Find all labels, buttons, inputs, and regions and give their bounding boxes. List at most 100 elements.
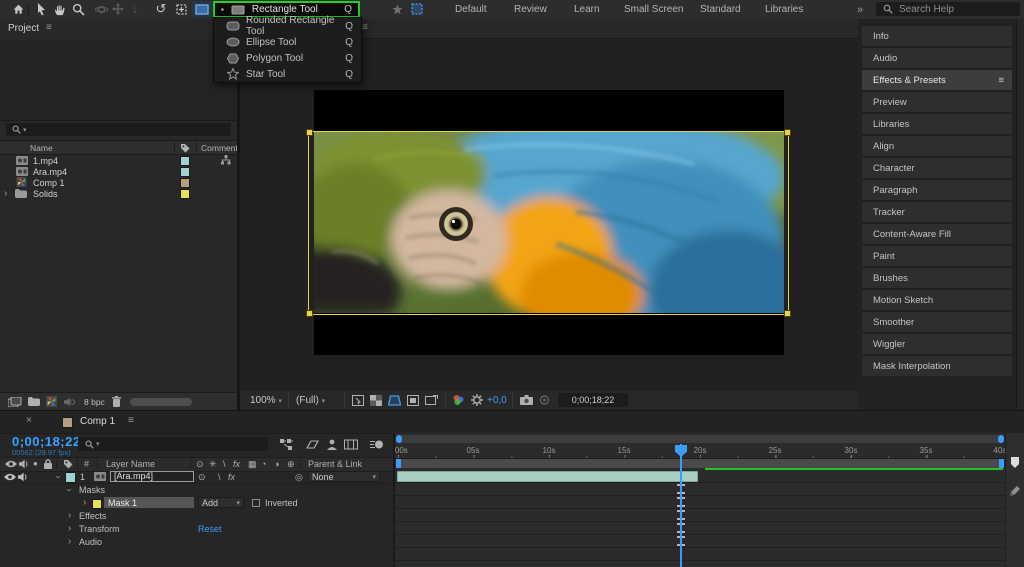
- mini-flowchart-icon[interactable]: [280, 439, 294, 450]
- switch-quality-icon[interactable]: \: [223, 459, 226, 469]
- effects-group-row[interactable]: › Effects: [0, 509, 393, 522]
- video-eye-icon[interactable]: [4, 473, 16, 481]
- preview-time-display[interactable]: 0;00;18;22: [558, 393, 628, 407]
- workspace-tab-standard[interactable]: Standard: [700, 0, 741, 19]
- motion-blur-icon[interactable]: [370, 439, 384, 450]
- project-item-aramp4[interactable]: Ara.mp4: [0, 166, 237, 177]
- layer-duration-bar[interactable]: [397, 471, 698, 482]
- timeline-navigator[interactable]: [396, 435, 1004, 443]
- panel-tab-tracker[interactable]: Tracker: [862, 202, 1012, 222]
- right-scroll-strip[interactable]: [1016, 19, 1024, 410]
- show-snapshot-icon[interactable]: [539, 395, 550, 405]
- transform-group-row[interactable]: › Transform Reset: [0, 522, 393, 535]
- project-item-1mp4[interactable]: 1.mp4: [0, 155, 237, 166]
- hand-tool-icon[interactable]: [50, 1, 68, 17]
- comp-label-swatch[interactable]: [62, 417, 73, 428]
- shy-layers-icon[interactable]: [326, 439, 338, 450]
- mask-vertex-handle[interactable]: [306, 129, 313, 136]
- expand-chevron-icon[interactable]: ›: [4, 189, 7, 199]
- label-color-swatch[interactable]: [180, 167, 190, 177]
- resolution-dropdown[interactable]: (Full) ▾: [296, 395, 325, 406]
- trash-icon[interactable]: [112, 396, 121, 407]
- label-column-tag-icon[interactable]: [63, 459, 73, 469]
- column-name[interactable]: Name: [30, 143, 53, 153]
- menu-item-rounded-rectangle-tool[interactable]: Rounded Rectangle Tool Q: [214, 18, 361, 34]
- expand-chevron-icon[interactable]: ›: [68, 524, 71, 534]
- label-color-swatch[interactable]: [180, 156, 190, 166]
- layer-switch-quality[interactable]: \: [218, 472, 221, 482]
- column-layer-name[interactable]: Layer Name: [106, 459, 155, 469]
- panel-tab-motion-sketch[interactable]: Motion Sketch: [862, 290, 1012, 310]
- pan-behind-tool-icon[interactable]: [172, 1, 190, 17]
- label-column-tag-icon[interactable]: [180, 143, 190, 153]
- label-color-swatch[interactable]: [180, 189, 190, 199]
- panel-tab-paint[interactable]: Paint: [862, 246, 1012, 266]
- menu-item-polygon-tool[interactable]: Polygon Tool Q: [214, 50, 361, 66]
- layer-label-swatch[interactable]: [65, 472, 76, 483]
- switch-motion-blur-icon[interactable]: ◔: [261, 459, 266, 469]
- audio-speaker-icon[interactable]: [18, 472, 28, 482]
- switch-adjustment-icon[interactable]: ◑: [274, 459, 279, 469]
- current-time-display[interactable]: 0;00;18;22: [12, 434, 81, 449]
- time-ruler[interactable]: 0:00s 05s 10s 15s 20s 25s 30s 35s 40s: [395, 444, 1005, 459]
- panel-tab-smoother[interactable]: Smoother: [862, 312, 1012, 332]
- panel-tab-audio[interactable]: Audio: [862, 48, 1012, 68]
- project-item-solids[interactable]: › Solids: [0, 188, 237, 199]
- panel-tab-info[interactable]: Info: [862, 26, 1012, 46]
- menu-item-star-tool[interactable]: Star Tool Q: [214, 66, 361, 82]
- timeline-search-input[interactable]: ▾: [78, 437, 268, 451]
- close-tab-icon[interactable]: ×: [26, 415, 32, 426]
- interpret-footage-icon[interactable]: [8, 397, 22, 407]
- solo-icon[interactable]: ●: [33, 459, 38, 468]
- snapshot-camera-icon[interactable]: [520, 395, 533, 405]
- mask-vertex-handle[interactable]: [306, 310, 313, 317]
- mask-visibility-toggle-icon[interactable]: [408, 1, 426, 17]
- mask-mode-dropdown[interactable]: Add▾: [198, 497, 244, 508]
- column-parent-link[interactable]: Parent & Link: [308, 459, 362, 469]
- navigator-end-handle[interactable]: [998, 435, 1004, 443]
- parent-link-dropdown[interactable]: None▾: [308, 471, 380, 482]
- rectangle-tool-button[interactable]: [192, 1, 212, 17]
- group-label[interactable]: Transform: [79, 524, 120, 534]
- bit-depth-label[interactable]: 8 bpc: [84, 397, 105, 407]
- new-composition-icon[interactable]: [46, 396, 57, 407]
- playhead-line[interactable]: [680, 444, 682, 567]
- show-channel-icon[interactable]: [452, 394, 465, 406]
- panel-tab-effects-presets[interactable]: Effects & Presets≡: [862, 70, 1012, 90]
- project-panel-tab[interactable]: Project: [8, 23, 39, 34]
- navigator-start-handle[interactable]: [396, 435, 402, 443]
- work-area-end-handle[interactable]: [999, 459, 1004, 468]
- expand-chevron-icon[interactable]: ›: [68, 511, 71, 521]
- column-number[interactable]: #: [84, 459, 89, 469]
- switch-collapse-icon[interactable]: ✳: [209, 459, 217, 470]
- panel-tab-mask-interpolation[interactable]: Mask Interpolation: [862, 356, 1012, 376]
- workspace-tab-learn[interactable]: Learn: [574, 0, 600, 19]
- workspace-tab-default[interactable]: Default: [455, 0, 487, 19]
- timeline-panel-menu-icon[interactable]: ≡: [128, 415, 134, 426]
- workspace-tab-review[interactable]: Review: [514, 0, 547, 19]
- switch-av-icon[interactable]: ⊙: [196, 459, 204, 470]
- panel-tab-paragraph[interactable]: Paragraph: [862, 180, 1012, 200]
- pan-camera-tool-icon[interactable]: [109, 1, 127, 17]
- work-area-start-handle[interactable]: [396, 459, 401, 468]
- switch-3d-icon[interactable]: ⊕: [287, 459, 295, 470]
- parent-pickwhip-icon[interactable]: ◎: [295, 472, 303, 483]
- region-of-interest-icon[interactable]: [407, 395, 419, 406]
- project-panel-menu-icon[interactable]: ≡: [46, 22, 52, 33]
- toggle-mask-visibility-icon[interactable]: [388, 395, 401, 406]
- new-folder-icon[interactable]: [28, 397, 40, 406]
- label-color-swatch[interactable]: [180, 178, 190, 188]
- project-search-input[interactable]: ▾: [6, 123, 231, 136]
- video-eye-icon[interactable]: [5, 460, 17, 468]
- mask-vertex-handle[interactable]: [784, 310, 791, 317]
- project-settings-audio-icon[interactable]: [64, 397, 75, 407]
- frame-blending-icon[interactable]: [344, 439, 358, 450]
- inverted-label[interactable]: Inverted: [265, 498, 298, 508]
- layer-switch-fx[interactable]: fx: [228, 472, 235, 482]
- panel-tab-align[interactable]: Align: [862, 136, 1012, 156]
- comp-marker-bin-icon[interactable]: [1010, 457, 1020, 469]
- column-comment[interactable]: Comment: [201, 143, 238, 153]
- draft-3d-icon[interactable]: [306, 439, 319, 450]
- group-label[interactable]: Effects: [79, 511, 106, 521]
- rotation-tool-icon[interactable]: ↺: [152, 1, 170, 17]
